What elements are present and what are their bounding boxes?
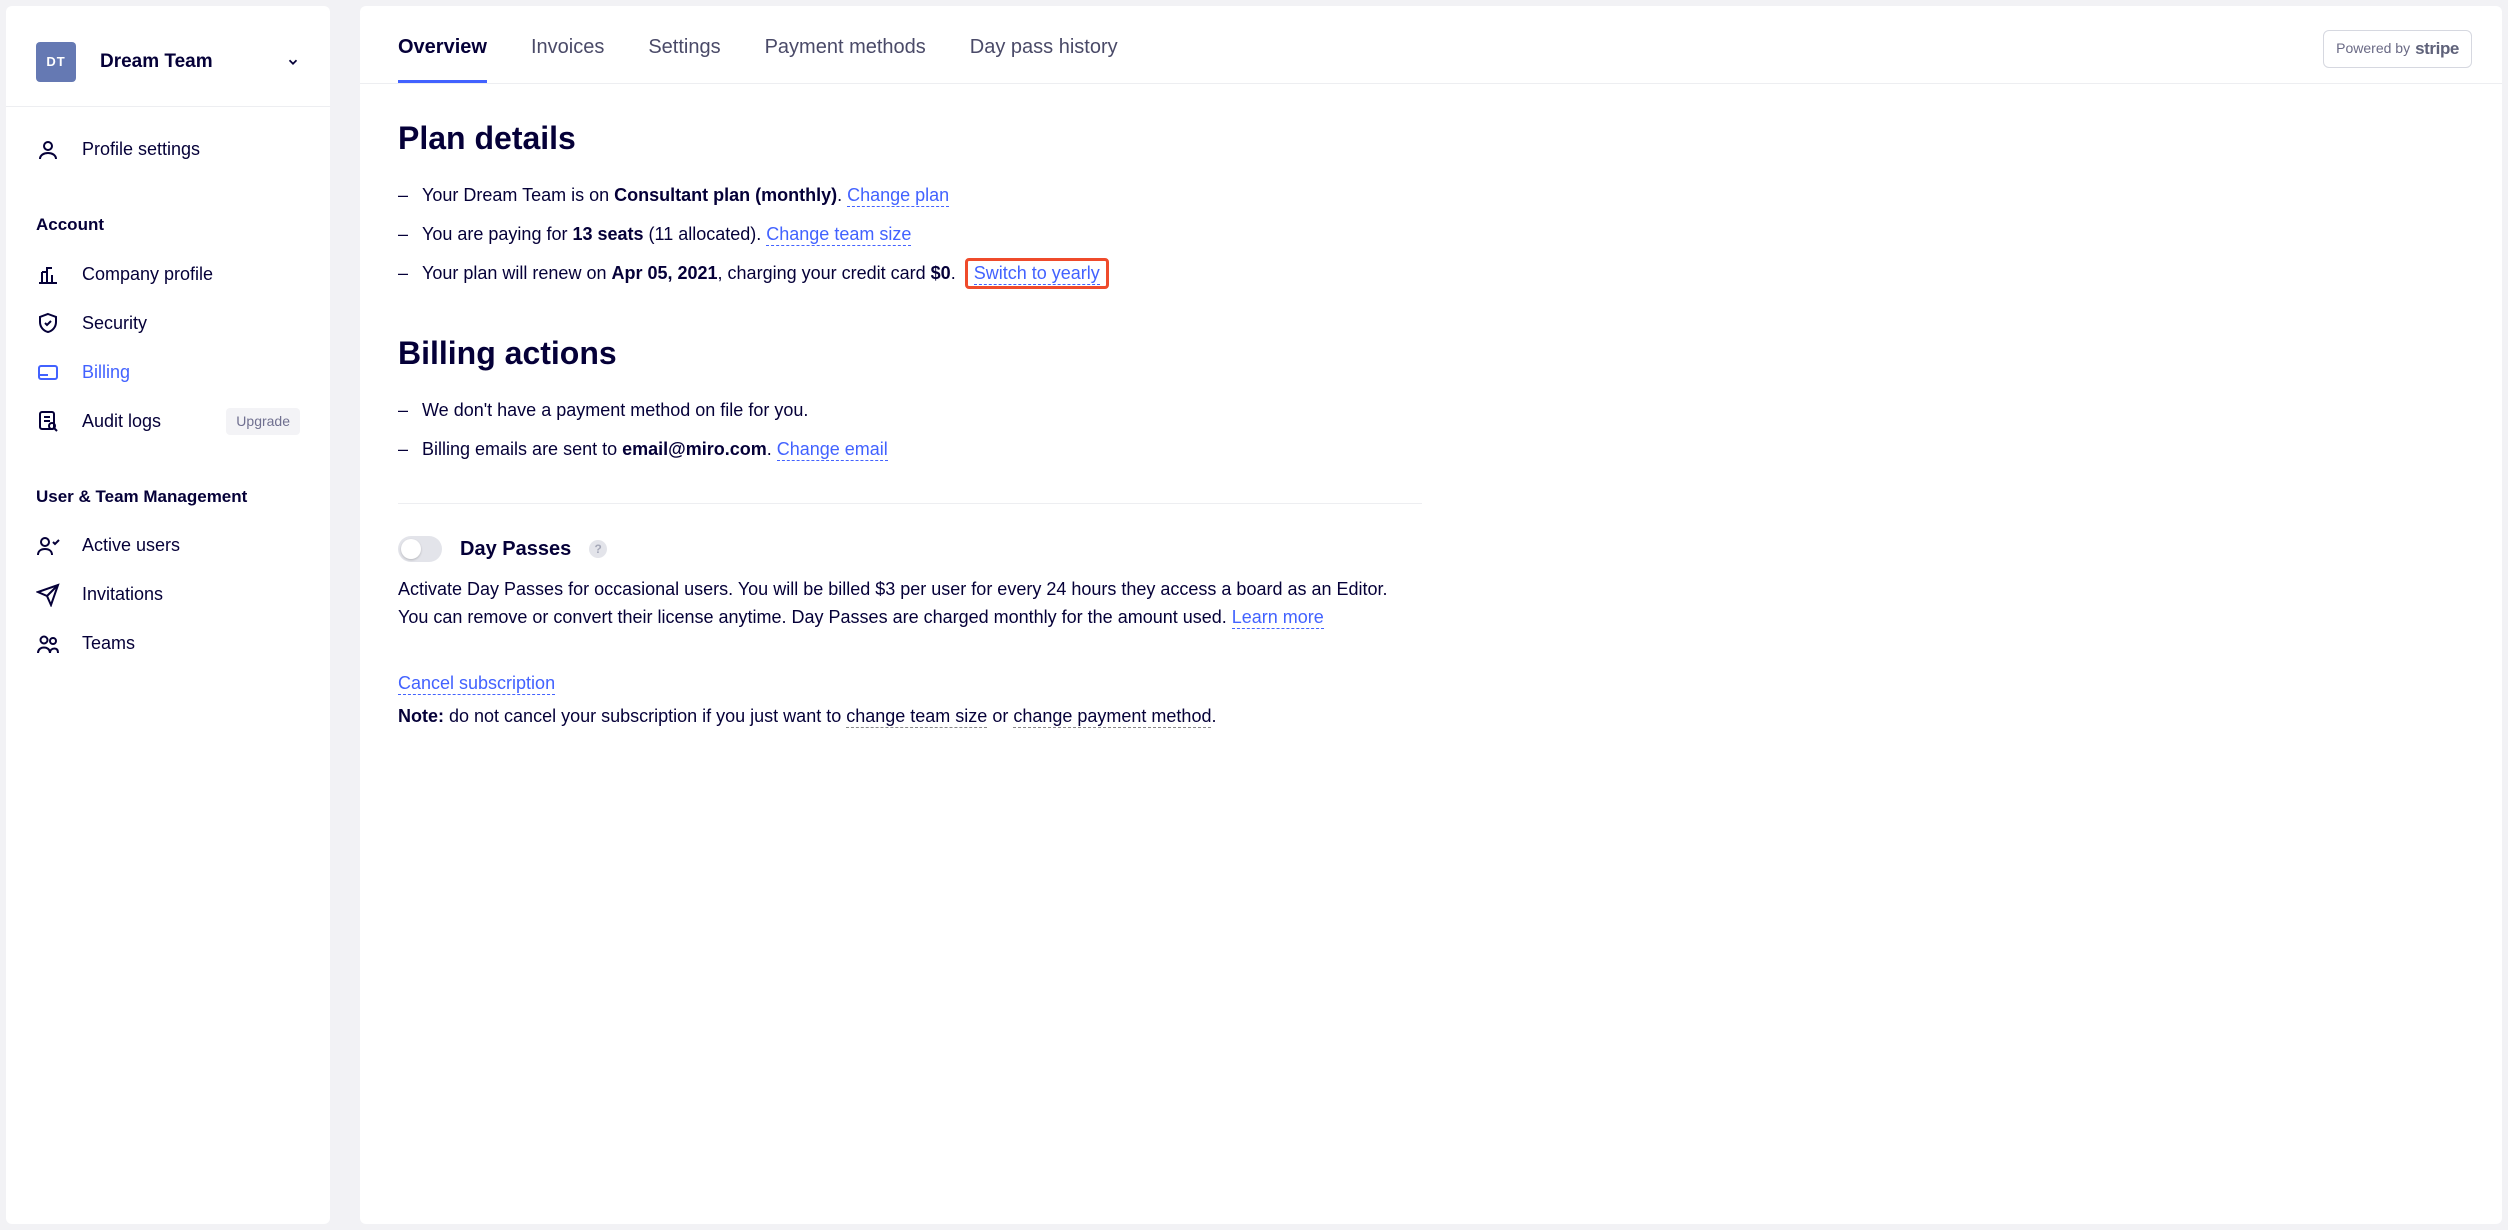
day-passes-title: Day Passes bbox=[460, 534, 571, 564]
document-search-icon bbox=[36, 409, 60, 433]
plan-line-2-prefix: You are paying for bbox=[422, 224, 572, 244]
plan-line-3-date: Apr 05, 2021 bbox=[611, 263, 717, 283]
billing-email: email@miro.com bbox=[622, 439, 767, 459]
switch-to-yearly-link[interactable]: Switch to yearly bbox=[974, 263, 1100, 285]
section-heading-user-mgmt: User & Team Management bbox=[36, 472, 300, 522]
note-or: or bbox=[987, 706, 1013, 726]
day-passes-desc-2: You can remove or convert their license … bbox=[398, 607, 1232, 627]
sidebar-item-label: Profile settings bbox=[82, 136, 300, 163]
user-check-icon bbox=[36, 534, 60, 558]
bullet-dash: – bbox=[398, 260, 408, 287]
sidebar-item-teams[interactable]: Teams bbox=[36, 619, 300, 668]
sidebar-item-billing[interactable]: Billing bbox=[36, 348, 300, 397]
plan-line-3: – Your plan will renew on Apr 05, 2021, … bbox=[398, 260, 1422, 287]
tab-settings[interactable]: Settings bbox=[648, 32, 720, 83]
billing-line-1: – We don't have a payment method on file… bbox=[398, 397, 1422, 424]
day-passes-desc-1: Activate Day Passes for occasional users… bbox=[398, 576, 1422, 604]
plan-line-1-prefix: Your Dream Team is on bbox=[422, 185, 614, 205]
bullet-dash: – bbox=[398, 436, 408, 463]
tab-payment-methods[interactable]: Payment methods bbox=[765, 32, 926, 83]
sidebar-item-audit-logs[interactable]: Audit logs Upgrade bbox=[36, 397, 300, 446]
change-team-size-inline-link[interactable]: change team size bbox=[846, 706, 987, 728]
powered-by-stripe-badge: Powered by stripe bbox=[2323, 30, 2472, 68]
bullet-dash: – bbox=[398, 221, 408, 248]
tab-day-pass-history[interactable]: Day pass history bbox=[970, 32, 1118, 83]
billing-line-1-text: We don't have a payment method on file f… bbox=[422, 397, 808, 424]
sidebar-item-label: Billing bbox=[82, 359, 300, 386]
plan-line-1-suffix: . bbox=[837, 185, 847, 205]
sidebar-item-label: Invitations bbox=[82, 581, 300, 608]
cancel-subscription-link[interactable]: Cancel subscription bbox=[398, 673, 555, 695]
sidebar-item-profile[interactable]: Profile settings bbox=[36, 125, 300, 174]
chevron-down-icon bbox=[286, 55, 300, 69]
plan-line-3-mid: , charging your credit card bbox=[718, 263, 931, 283]
plan-line-3-prefix: Your plan will renew on bbox=[422, 263, 611, 283]
plan-line-1-plan: Consultant plan (monthly) bbox=[614, 185, 837, 205]
billing-actions-heading: Billing actions bbox=[398, 329, 1422, 377]
team-name: Dream Team bbox=[100, 48, 286, 77]
card-icon bbox=[36, 360, 60, 384]
change-payment-method-inline-link[interactable]: change payment method bbox=[1013, 706, 1211, 728]
send-icon bbox=[36, 583, 60, 607]
note-dot: . bbox=[1211, 706, 1216, 726]
plan-line-2: – You are paying for 13 seats (11 alloca… bbox=[398, 221, 1422, 248]
plan-line-3-amount: $0 bbox=[931, 263, 951, 283]
bullet-dash: – bbox=[398, 397, 408, 424]
note-label: Note: bbox=[398, 706, 444, 726]
plan-details-heading: Plan details bbox=[398, 114, 1422, 162]
change-plan-link[interactable]: Change plan bbox=[847, 185, 949, 207]
tab-overview[interactable]: Overview bbox=[398, 32, 487, 83]
change-email-link[interactable]: Change email bbox=[777, 439, 888, 461]
plan-line-2-allocated: (11 allocated). bbox=[644, 224, 767, 244]
users-icon bbox=[36, 632, 60, 656]
powered-by-text: Powered by bbox=[2336, 38, 2410, 59]
sidebar-item-security[interactable]: Security bbox=[36, 299, 300, 348]
sidebar-item-company-profile[interactable]: Company profile bbox=[36, 250, 300, 299]
learn-more-link[interactable]: Learn more bbox=[1232, 607, 1324, 629]
toggle-knob bbox=[401, 539, 421, 559]
billing-line-2-dot: . bbox=[767, 439, 777, 459]
billing-line-2: – Billing emails are sent to email@miro.… bbox=[398, 436, 1422, 463]
sidebar-item-invitations[interactable]: Invitations bbox=[36, 570, 300, 619]
switch-to-yearly-highlight: Switch to yearly bbox=[965, 258, 1109, 289]
building-chart-icon bbox=[36, 262, 60, 286]
person-icon bbox=[36, 138, 60, 162]
main-panel: Overview Invoices Settings Payment metho… bbox=[360, 6, 2502, 1224]
sidebar: DT Dream Team Profile settings Account C… bbox=[6, 6, 330, 1224]
stripe-logo: stripe bbox=[2415, 36, 2459, 62]
sidebar-item-label: Teams bbox=[82, 630, 300, 657]
team-avatar: DT bbox=[36, 42, 76, 82]
shield-check-icon bbox=[36, 311, 60, 335]
bullet-dash: – bbox=[398, 182, 408, 209]
plan-line-2-seats: 13 seats bbox=[572, 224, 643, 244]
day-passes-header: Day Passes ? bbox=[398, 534, 1422, 564]
help-icon[interactable]: ? bbox=[589, 540, 607, 558]
sidebar-item-active-users[interactable]: Active users bbox=[36, 521, 300, 570]
change-team-size-link[interactable]: Change team size bbox=[766, 224, 911, 246]
tab-invoices[interactable]: Invoices bbox=[531, 32, 604, 83]
billing-line-2-prefix: Billing emails are sent to bbox=[422, 439, 622, 459]
plan-line-1: – Your Dream Team is on Consultant plan … bbox=[398, 182, 1422, 209]
day-passes-toggle[interactable] bbox=[398, 536, 442, 562]
upgrade-badge[interactable]: Upgrade bbox=[226, 408, 300, 435]
sidebar-item-label: Security bbox=[82, 310, 300, 337]
section-heading-account: Account bbox=[36, 200, 300, 250]
sidebar-item-label: Active users bbox=[82, 532, 300, 559]
tabs: Overview Invoices Settings Payment metho… bbox=[360, 22, 2502, 84]
plan-line-3-dot: . bbox=[951, 263, 961, 283]
sidebar-item-label: Company profile bbox=[82, 261, 300, 288]
sidebar-item-label: Audit logs bbox=[82, 408, 226, 435]
note-prefix: do not cancel your subscription if you j… bbox=[444, 706, 846, 726]
team-switcher[interactable]: DT Dream Team bbox=[6, 26, 330, 107]
divider bbox=[398, 503, 1422, 504]
